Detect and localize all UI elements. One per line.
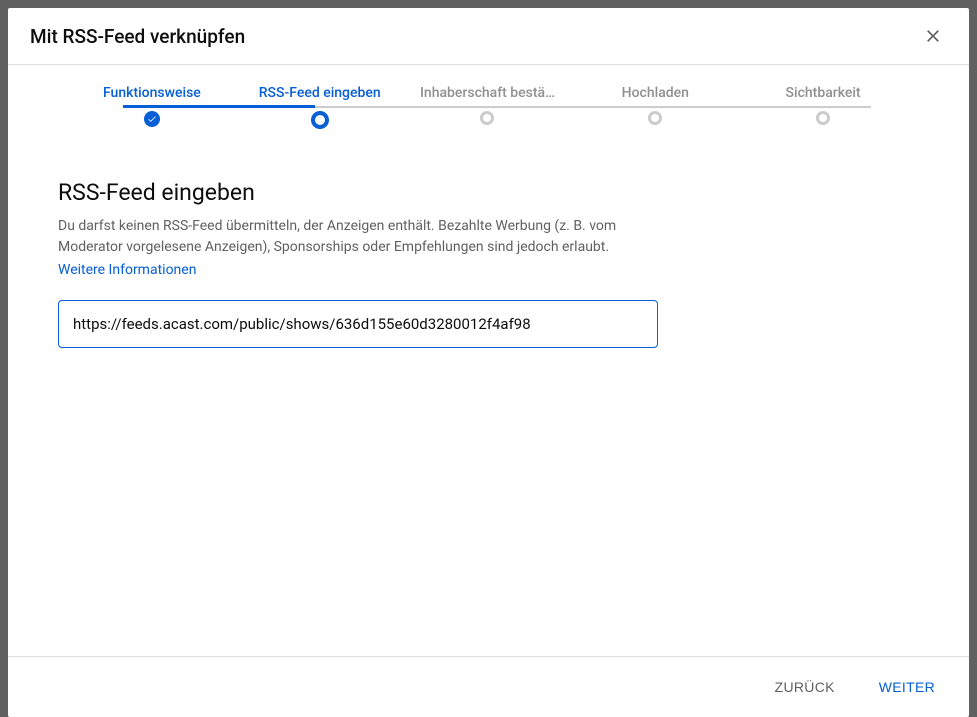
step-circle-active [311,111,329,129]
step-label: Hochladen [622,85,689,101]
rss-feed-input[interactable] [58,300,658,348]
step-label: Inhaberschaft bestä… [420,85,555,101]
step-funktionsweise[interactable]: Funktionsweise [68,85,236,127]
rss-link-modal: Mit RSS-Feed verknüpfen Funktionsweise R… [8,8,969,717]
check-icon [147,114,157,124]
modal-body: Funktionsweise RSS-Feed eingeben Inhaber… [8,65,969,656]
content-title: RSS-Feed eingeben [58,179,917,206]
content-section: RSS-Feed eingeben Du darfst keinen RSS-F… [8,159,967,368]
stepper: Funktionsweise RSS-Feed eingeben Inhaber… [8,65,967,159]
input-wrapper [58,300,917,348]
step-inhaberschaft: Inhaberschaft bestä… [404,85,572,125]
step-sichtbarkeit: Sichtbarkeit [739,85,907,125]
step-circle-pending [816,111,830,125]
step-circle-pending [480,111,494,125]
back-button[interactable]: ZURÜCK [765,671,845,703]
learn-more-link[interactable]: Weitere Informationen [58,262,196,278]
close-button[interactable] [919,22,947,50]
step-hochladen: Hochladen [571,85,739,125]
close-icon [923,26,943,46]
modal-header: Mit RSS-Feed verknüpfen [8,8,969,65]
modal-footer: ZURÜCK WEITER [8,656,969,717]
step-label: Sichtbarkeit [786,85,861,101]
modal-title: Mit RSS-Feed verknüpfen [30,25,245,48]
step-label: RSS-Feed eingeben [259,85,381,101]
next-button[interactable]: WEITER [869,671,945,703]
step-label: Funktionsweise [103,85,201,101]
step-circle-pending [648,111,662,125]
step-rss-feed-eingeben[interactable]: RSS-Feed eingeben [236,85,404,129]
step-circle-completed [144,111,160,127]
content-description: Du darfst keinen RSS-Feed übermitteln, d… [58,216,658,258]
